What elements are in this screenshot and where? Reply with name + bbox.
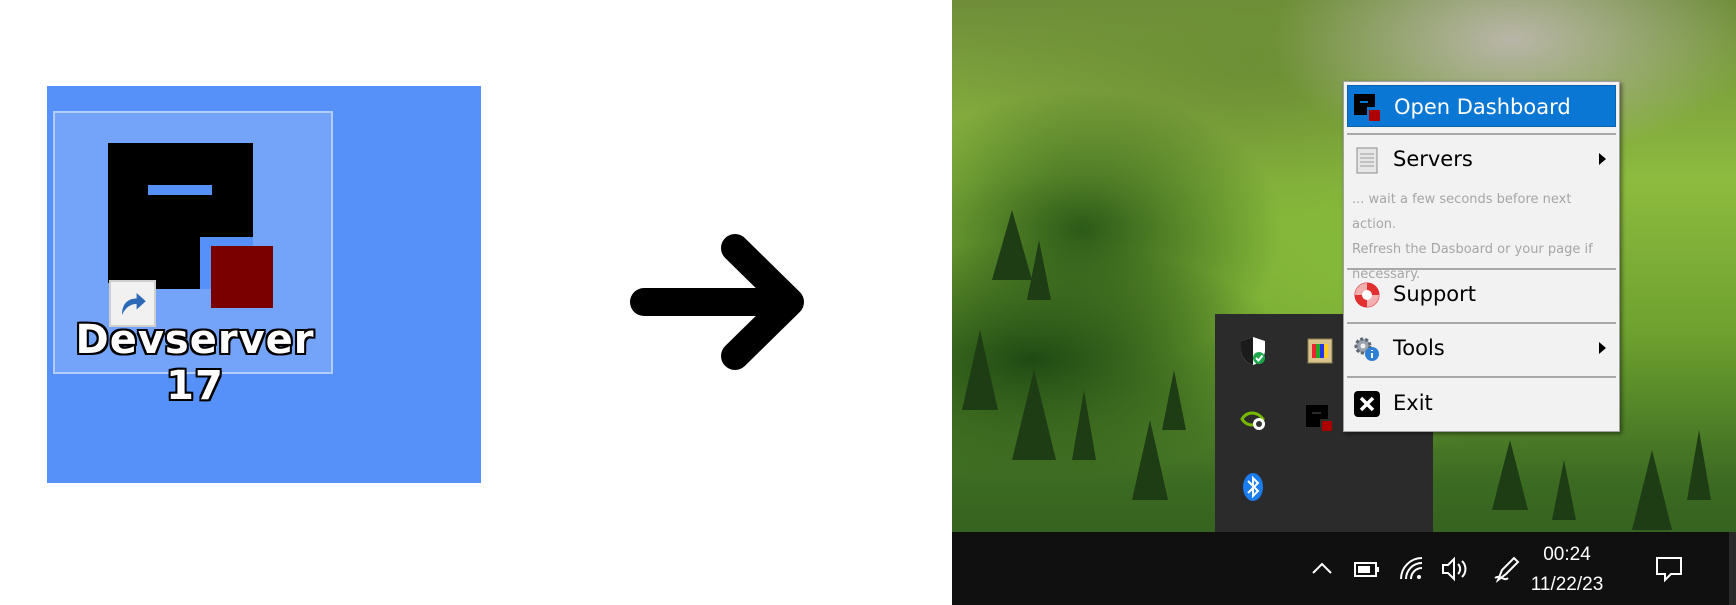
menu-note: ... wait a few seconds before next actio… xyxy=(1352,187,1614,287)
desktop-area: Devserver 17 xyxy=(47,86,481,483)
submenu-arrow-icon xyxy=(1599,153,1606,165)
menu-separator xyxy=(1347,322,1616,324)
chevron-up-icon[interactable] xyxy=(1307,554,1337,584)
menu-item-open-dashboard[interactable]: Open Dashboard xyxy=(1347,85,1616,127)
devserver-logo-icon xyxy=(1354,94,1380,121)
menu-item-tools[interactable]: Tools xyxy=(1347,327,1616,369)
volume-icon[interactable] xyxy=(1440,554,1470,584)
menu-note-line: Refresh the Dasboard or your page if xyxy=(1352,242,1593,257)
server-icon xyxy=(1356,147,1378,174)
tree-decoration xyxy=(1492,440,1528,510)
close-icon xyxy=(1354,391,1380,417)
tree-decoration xyxy=(1072,390,1096,460)
taskbar: 00:24 11/22/23 xyxy=(952,532,1736,605)
menu-item-label: Support xyxy=(1393,282,1477,306)
desktop-shortcut[interactable]: Devserver 17 xyxy=(53,111,333,409)
nvidia-icon[interactable] xyxy=(1238,404,1268,434)
windows-desktop: Open Dashboard Servers ... wait a few se… xyxy=(952,0,1736,605)
right-arrow-icon xyxy=(630,234,804,370)
menu-item-exit[interactable]: Exit xyxy=(1347,382,1616,424)
bluetooth-icon[interactable] xyxy=(1238,472,1268,502)
menu-separator xyxy=(1347,133,1616,135)
menu-item-servers[interactable]: Servers xyxy=(1347,138,1616,180)
menu-item-label: Tools xyxy=(1393,336,1445,360)
tree-decoration xyxy=(1552,460,1576,520)
menu-item-label: Open Dashboard xyxy=(1394,95,1571,119)
tree-decoration xyxy=(1162,370,1186,430)
tree-decoration xyxy=(1027,240,1051,300)
clock-date: 11/22/23 xyxy=(1530,574,1604,595)
tree-decoration xyxy=(1012,370,1056,460)
security-shield-icon[interactable] xyxy=(1238,336,1268,366)
gears-icon xyxy=(1354,337,1379,361)
devserver-logo-icon[interactable] xyxy=(1305,404,1335,434)
menu-separator xyxy=(1347,376,1616,378)
tree-decoration xyxy=(962,330,998,410)
lifebuoy-icon xyxy=(1354,282,1380,308)
battery-icon[interactable] xyxy=(1352,554,1382,584)
tray-context-menu: Open Dashboard Servers ... wait a few se… xyxy=(1343,81,1620,432)
menu-item-support[interactable]: Support xyxy=(1347,273,1616,315)
submenu-arrow-icon xyxy=(1599,342,1606,354)
pen-icon[interactable] xyxy=(1492,554,1522,584)
tree-decoration xyxy=(1632,450,1672,530)
clock-time: 00:24 xyxy=(1543,544,1591,565)
notification-icon[interactable] xyxy=(1654,554,1684,584)
tree-decoration xyxy=(1132,420,1168,500)
show-desktop-button[interactable] xyxy=(1729,532,1736,605)
wifi-icon[interactable] xyxy=(1397,554,1427,584)
tree-decoration xyxy=(992,210,1032,280)
color-palette-icon[interactable] xyxy=(1305,336,1335,366)
menu-item-label: Servers xyxy=(1393,147,1473,171)
shortcut-label: Devserver 17 xyxy=(75,317,315,409)
menu-note-line: ... wait a few seconds before next actio… xyxy=(1352,192,1572,232)
menu-item-label: Exit xyxy=(1393,391,1433,415)
menu-separator xyxy=(1347,268,1616,270)
taskbar-clock[interactable]: 00:24 11/22/23 xyxy=(1522,540,1612,600)
tree-decoration xyxy=(1687,430,1711,500)
